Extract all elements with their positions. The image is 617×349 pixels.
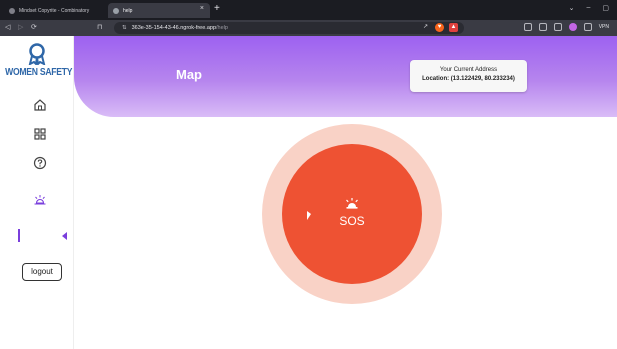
mouse-cursor-icon (307, 211, 311, 220)
tab-list-icon[interactable]: ⌄ (569, 4, 575, 12)
alarm-icon (346, 198, 358, 209)
toolbar-right: VPN (523, 23, 609, 31)
forward-icon[interactable]: ▷ (18, 23, 23, 31)
reload-icon[interactable]: ⟳ (31, 23, 37, 31)
back-icon[interactable]: ◁ (5, 23, 10, 31)
browser-address-bar: ◁ ▷ ⟳ ⊓ ⇅ 363e-35-154-43-46.ngrok-free.a… (0, 20, 617, 36)
page-header: Map Your Current Address Location: (13.1… (74, 36, 617, 117)
active-nav-indicator (18, 229, 20, 242)
grid-icon[interactable] (33, 127, 47, 141)
tab-label: help (123, 7, 133, 14)
rewards-icon[interactable]: ▲ (449, 23, 458, 32)
logout-button[interactable]: logout (22, 263, 62, 281)
url-host: 363e-35-154-43-46.ngrok-free.app (131, 25, 216, 31)
current-address-card: Your Current Address Location: (13.12242… (410, 60, 527, 92)
home-icon[interactable] (33, 98, 47, 112)
tab-label: Mindset Copyrite - Combinatory (19, 7, 90, 14)
sidebar: WOMEN SAFETY logout (0, 36, 74, 349)
wallet-icon[interactable] (538, 23, 547, 31)
browser-tab-active[interactable]: help × (108, 3, 210, 18)
sun-icon[interactable] (33, 193, 47, 207)
window-controls: ⌄ – ▢ (569, 4, 609, 12)
tab-favicon-icon (9, 7, 15, 14)
url-input[interactable]: ⇅ 363e-35-154-43-46.ngrok-free.app/help … (114, 22, 464, 34)
share-icon[interactable]: ↗ (421, 23, 430, 32)
brave-shield-icon[interactable]: ♥ (435, 23, 444, 32)
sos-label: SOS (339, 214, 365, 228)
url-path: /help (216, 25, 228, 31)
sos-halo: SOS (262, 124, 442, 304)
tab-favicon-icon (113, 7, 119, 14)
app-logo: WOMEN SAFETY (0, 43, 73, 78)
maximize-icon[interactable]: ▢ (602, 4, 609, 12)
leo-icon[interactable] (583, 23, 592, 31)
vpn-button[interactable]: VPN (599, 24, 609, 30)
sidebar-toggle-icon[interactable] (553, 23, 562, 31)
address-location: Location: (13.122429, 80.233234) (422, 76, 515, 82)
logo-text: WOMEN SAFETY (5, 67, 73, 78)
profile-icon[interactable] (568, 23, 577, 31)
browser-tab[interactable]: Mindset Copyrite - Combinatory (4, 3, 104, 18)
sos-button[interactable]: SOS (282, 144, 422, 284)
extensions-icon[interactable] (523, 23, 532, 31)
bookmark-icon[interactable]: ⊓ (97, 23, 102, 31)
ribbon-logo-icon (28, 43, 45, 65)
minimize-icon[interactable]: – (586, 4, 590, 12)
browser-tab-bar: Mindset Copyrite - Combinatory help × + … (0, 0, 617, 20)
page-title: Map (176, 67, 202, 82)
new-tab-button[interactable]: + (214, 3, 220, 14)
help-icon[interactable] (33, 156, 47, 170)
collapse-arrow-icon[interactable] (62, 232, 67, 240)
address-card-title: Your Current Address (439, 67, 498, 73)
close-tab-icon[interactable]: × (200, 5, 204, 12)
site-settings-icon[interactable]: ⇅ (122, 25, 127, 31)
